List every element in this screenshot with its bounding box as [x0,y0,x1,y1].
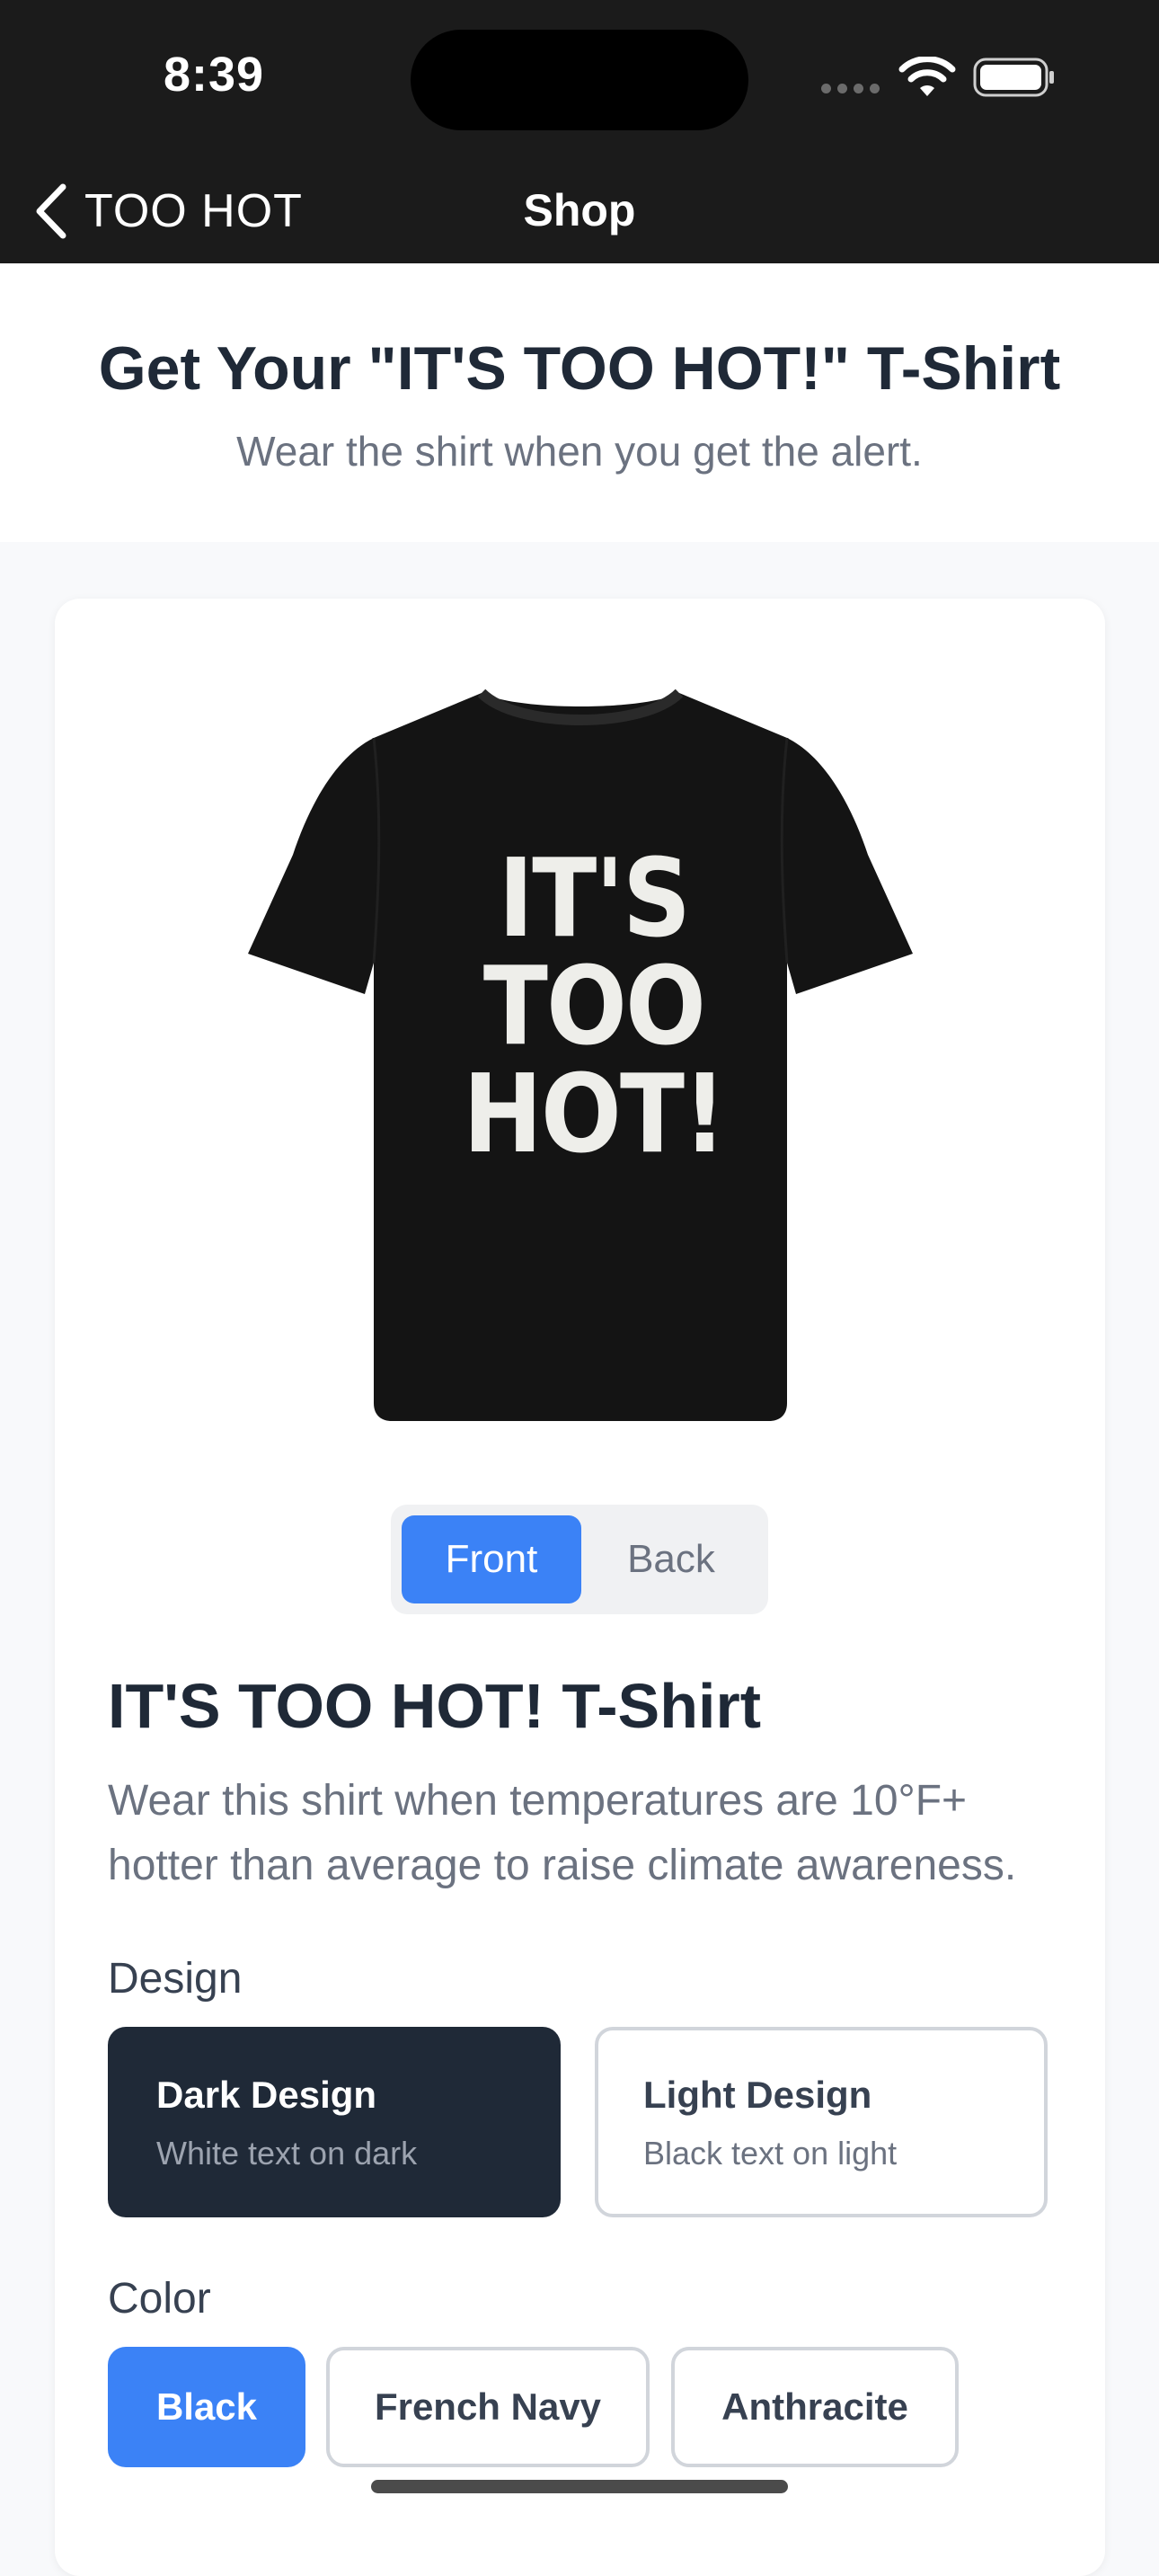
nav-title: Shop [523,185,636,235]
color-french-navy-button[interactable]: French Navy [326,2347,650,2467]
shirt-print-line: HOT! [463,1053,726,1177]
option-subtitle: White text on dark [156,2135,418,2172]
battery-icon [973,58,1054,97]
wifi-icon [898,57,956,96]
home-indicator[interactable] [371,2480,788,2493]
front-view-button[interactable]: Front [402,1515,581,1603]
option-title: Light Design [643,2074,872,2116]
dark-design-option[interactable]: Dark Design White text on dark [108,2027,561,2217]
design-label: Design [108,1955,243,2003]
shirt-print-line: IT'S [498,837,691,962]
dynamic-island [411,30,748,130]
page-subtitle: Wear the shirt when you get the alert. [236,428,923,475]
shirt-print-line: TOO [482,945,706,1070]
cellular-signal-icon [821,84,880,93]
status-time: 8:39 [164,48,265,102]
view-toggle: Front Back [391,1505,768,1614]
shirt-print-text: IT'S TOO HOT! [432,846,756,1169]
color-anthracite-button[interactable]: Anthracite [671,2347,959,2467]
shop-header: Get Your "IT'S TOO HOT!" T-Shirt Wear th… [0,263,1159,542]
top-bar: 8:39 TOO HOT Shop [0,0,1159,263]
product-card: IT'S TOO HOT! Front Back IT'S TOO HOT! T… [55,599,1105,2576]
color-black-button[interactable]: Black [108,2347,305,2467]
page-title: Get Your "IT'S TOO HOT!" T-Shirt [98,334,1061,403]
option-title: Dark Design [156,2074,377,2116]
light-design-option[interactable]: Light Design Black text on light [595,2027,1048,2217]
color-label: Color [108,2275,211,2323]
product-description: Wear this shirt when temperatures are 10… [108,1777,1017,1889]
product-name: IT'S TOO HOT! T-Shirt [108,1671,762,1741]
back-view-button[interactable]: Back [581,1515,761,1603]
option-subtitle: Black text on light [643,2135,898,2172]
